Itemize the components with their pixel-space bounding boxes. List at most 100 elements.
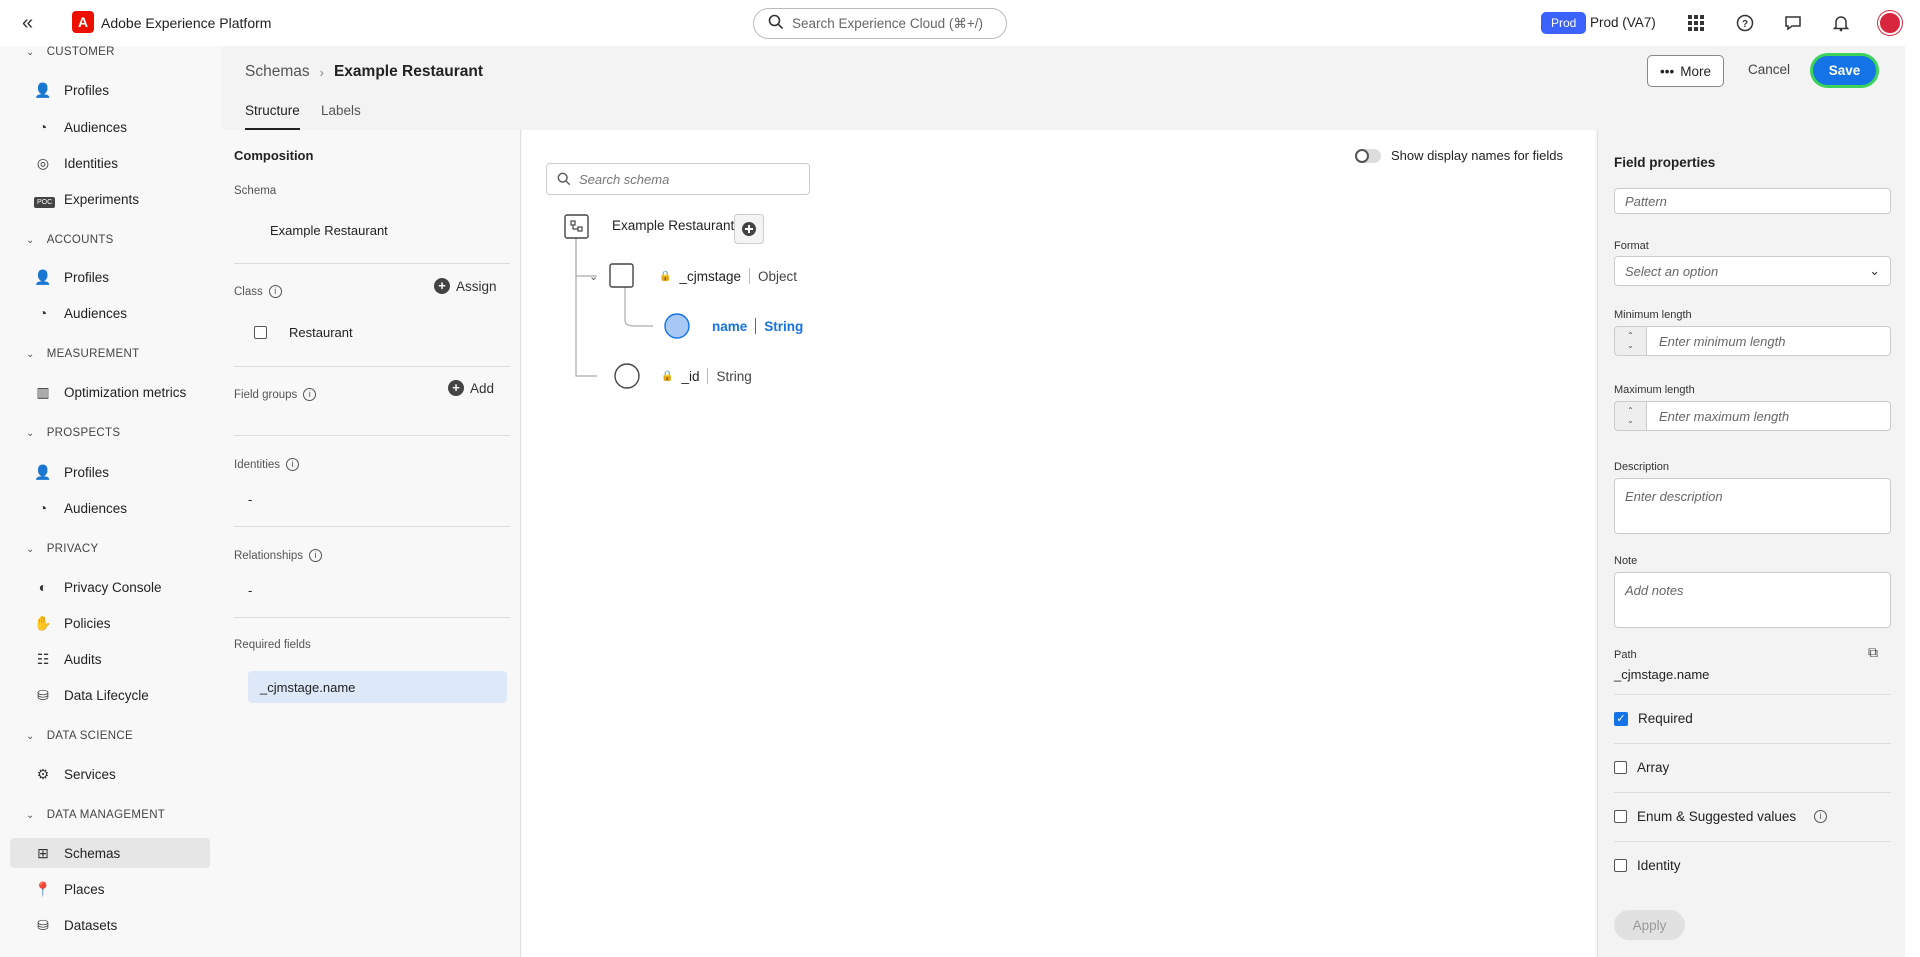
unchecked-box[interactable] [1614, 761, 1627, 774]
global-search-input[interactable]: Search Experience Cloud (⌘+/) [753, 8, 1007, 39]
nav-item-prospects-profiles[interactable]: 👤 Profiles [10, 457, 210, 487]
nav-item-customer-profiles[interactable]: 👤 Profiles [10, 75, 210, 105]
ellipsis-icon: ••• [1660, 63, 1675, 79]
nav-item-optimization-metrics[interactable]: ▥ Optimization metrics [10, 377, 210, 407]
description-textarea[interactable]: Enter description [1614, 478, 1891, 534]
description-label: Description [1614, 461, 1670, 473]
nav-item-schemas[interactable]: ⊞ Schemas [10, 838, 210, 868]
user-avatar[interactable] [1878, 11, 1902, 35]
schema-tree-icon: ⊞ [37, 844, 49, 861]
nav-item-policies[interactable]: ✋ Policies [10, 608, 210, 638]
tab-labels[interactable]: Labels [321, 103, 361, 130]
info-icon[interactable]: i [309, 549, 323, 562]
nav-item-privacy-console[interactable]: ◐ Privacy Console [10, 572, 210, 602]
identity-checkbox[interactable]: Identity [1614, 858, 1681, 873]
nav-item-accounts-audiences[interactable]: ◔ Audiences [10, 298, 210, 328]
display-names-toggle[interactable]: Show display names for fields [1355, 148, 1563, 163]
nav-item-places[interactable]: 📍 Places [10, 874, 210, 904]
schema-label: Schema [234, 185, 277, 197]
help-icon[interactable]: ? [1733, 11, 1757, 35]
info-icon[interactable]: i [303, 388, 317, 401]
apply-button[interactable]: Apply [1614, 910, 1685, 940]
nav-section-privacy[interactable]: ⌄ PRIVACY [26, 543, 98, 555]
shield-icon: ◐ [38, 579, 48, 595]
min-length-label: Minimum length [1614, 309, 1692, 321]
nav-item-services[interactable]: ⚙ Services [10, 759, 210, 789]
min-length-input[interactable]: Enter minimum length [1646, 326, 1891, 356]
unchecked-box[interactable] [1614, 859, 1627, 872]
add-field-group-button[interactable]: + Add [448, 380, 494, 396]
chevron-down-icon[interactable]: ⌄ [1627, 341, 1634, 351]
copy-icon[interactable]: ⧉ [1868, 644, 1878, 661]
required-fields-label: Required fields [234, 639, 311, 651]
node-cjmstage[interactable]: 🔒 _cjmstage Object [659, 268, 797, 284]
assign-class-button[interactable]: + Assign [434, 278, 497, 294]
note-textarea[interactable]: Add notes [1614, 572, 1891, 628]
breadcrumb-schemas[interactable]: Schemas [245, 63, 310, 81]
node-id[interactable]: 🔒 _id String [661, 368, 752, 384]
pattern-input[interactable]: Pattern [1614, 188, 1891, 214]
add-field-button[interactable] [734, 214, 764, 247]
nav-item-audits[interactable]: ☷ Audits [10, 644, 210, 674]
apps-grid-icon[interactable] [1684, 11, 1708, 35]
nav-item-customer-audiences[interactable]: ◔ Audiences [10, 112, 210, 142]
more-button[interactable]: ••• More [1647, 55, 1724, 87]
collapse-nav-icon[interactable]: « [22, 12, 33, 35]
divider [755, 318, 757, 334]
checkmark-icon[interactable]: ✓ [1614, 711, 1628, 726]
schema-root-node[interactable]: Example Restaurant [612, 218, 734, 233]
audits-icon: ☷ [36, 650, 50, 667]
nav-item-experiments[interactable]: POC Experiments [10, 184, 210, 214]
class-item[interactable]: Restaurant [254, 325, 353, 340]
poc-icon: POC [34, 191, 56, 208]
database-icon: ⛁ [37, 686, 49, 703]
org-badge[interactable]: Prod [1541, 12, 1587, 34]
required-checkbox[interactable]: ✓ Required [1614, 711, 1693, 726]
nav-section-prospects[interactable]: ⌄ PROSPECTS [26, 427, 120, 439]
notifications-bell-icon[interactable] [1829, 11, 1853, 35]
save-button[interactable]: Save [1813, 56, 1876, 85]
class-checkbox[interactable] [254, 326, 267, 339]
max-length-stepper[interactable]: ⌃ ⌄ Enter maximum length [1614, 401, 1891, 431]
nav-item-identities[interactable]: ◎ Identities [10, 148, 210, 178]
enum-checkbox[interactable]: Enum & Suggested values i [1614, 809, 1828, 824]
chevron-up-icon[interactable]: ⌃ [1627, 331, 1634, 341]
tab-structure[interactable]: Structure [245, 103, 300, 130]
cancel-button[interactable]: Cancel [1748, 62, 1790, 77]
unchecked-box[interactable] [1614, 810, 1627, 823]
metrics-icon: ▥ [36, 383, 50, 400]
max-length-label: Maximum length [1614, 384, 1695, 396]
nav-section-measurement[interactable]: ⌄ MEASUREMENT [26, 348, 139, 360]
array-checkbox[interactable]: Array [1614, 760, 1669, 775]
info-icon[interactable]: i [268, 285, 282, 298]
nav-section-data-management[interactable]: ⌄ DATA MANAGEMENT [26, 809, 165, 821]
max-length-input[interactable]: Enter maximum length [1646, 401, 1891, 431]
required-field-chip[interactable]: _cjmstage.name [248, 671, 507, 703]
info-icon[interactable]: i [1814, 810, 1828, 823]
stepper-buttons[interactable]: ⌃ ⌄ [1614, 401, 1646, 431]
org-switcher[interactable]: Prod (VA7) [1590, 15, 1656, 30]
nav-item-prospects-audiences[interactable]: ◔ Audiences [10, 493, 210, 523]
relationships-label: Relationships i [234, 549, 323, 562]
chevron-up-icon[interactable]: ⌃ [1627, 406, 1634, 416]
search-icon [768, 14, 784, 33]
nav-item-accounts-profiles[interactable]: 👤 Profiles [10, 262, 210, 292]
node-name-selected[interactable]: name String [712, 318, 803, 334]
nav-section-data-science[interactable]: ⌄ DATA SCIENCE [26, 730, 133, 742]
nav-section-customer[interactable]: ⌄ CUSTOMER [26, 46, 115, 58]
nav-item-data-lifecycle[interactable]: ⛁ Data Lifecycle [10, 680, 210, 710]
schema-canvas: Show display names for fields Search sch… [522, 130, 1595, 957]
format-select[interactable]: Select an option ⌄ [1614, 256, 1891, 286]
nav-section-accounts[interactable]: ⌄ ACCOUNTS [26, 234, 114, 246]
composition-title: Composition [234, 148, 314, 163]
page-scrollbar[interactable] [1905, 46, 1920, 957]
stepper-buttons[interactable]: ⌃ ⌄ [1614, 326, 1646, 356]
chevron-down-icon[interactable]: ⌄ [1627, 416, 1634, 426]
toggle-switch[interactable] [1355, 148, 1381, 163]
info-icon[interactable]: i [286, 458, 300, 471]
schema-name[interactable]: Example Restaurant [270, 223, 388, 238]
audiences-icon: ◔ [38, 305, 48, 321]
min-length-stepper[interactable]: ⌃ ⌄ Enter minimum length [1614, 326, 1891, 356]
feedback-icon[interactable] [1781, 11, 1805, 35]
nav-item-datasets[interactable]: ⛁ Datasets [10, 910, 210, 940]
